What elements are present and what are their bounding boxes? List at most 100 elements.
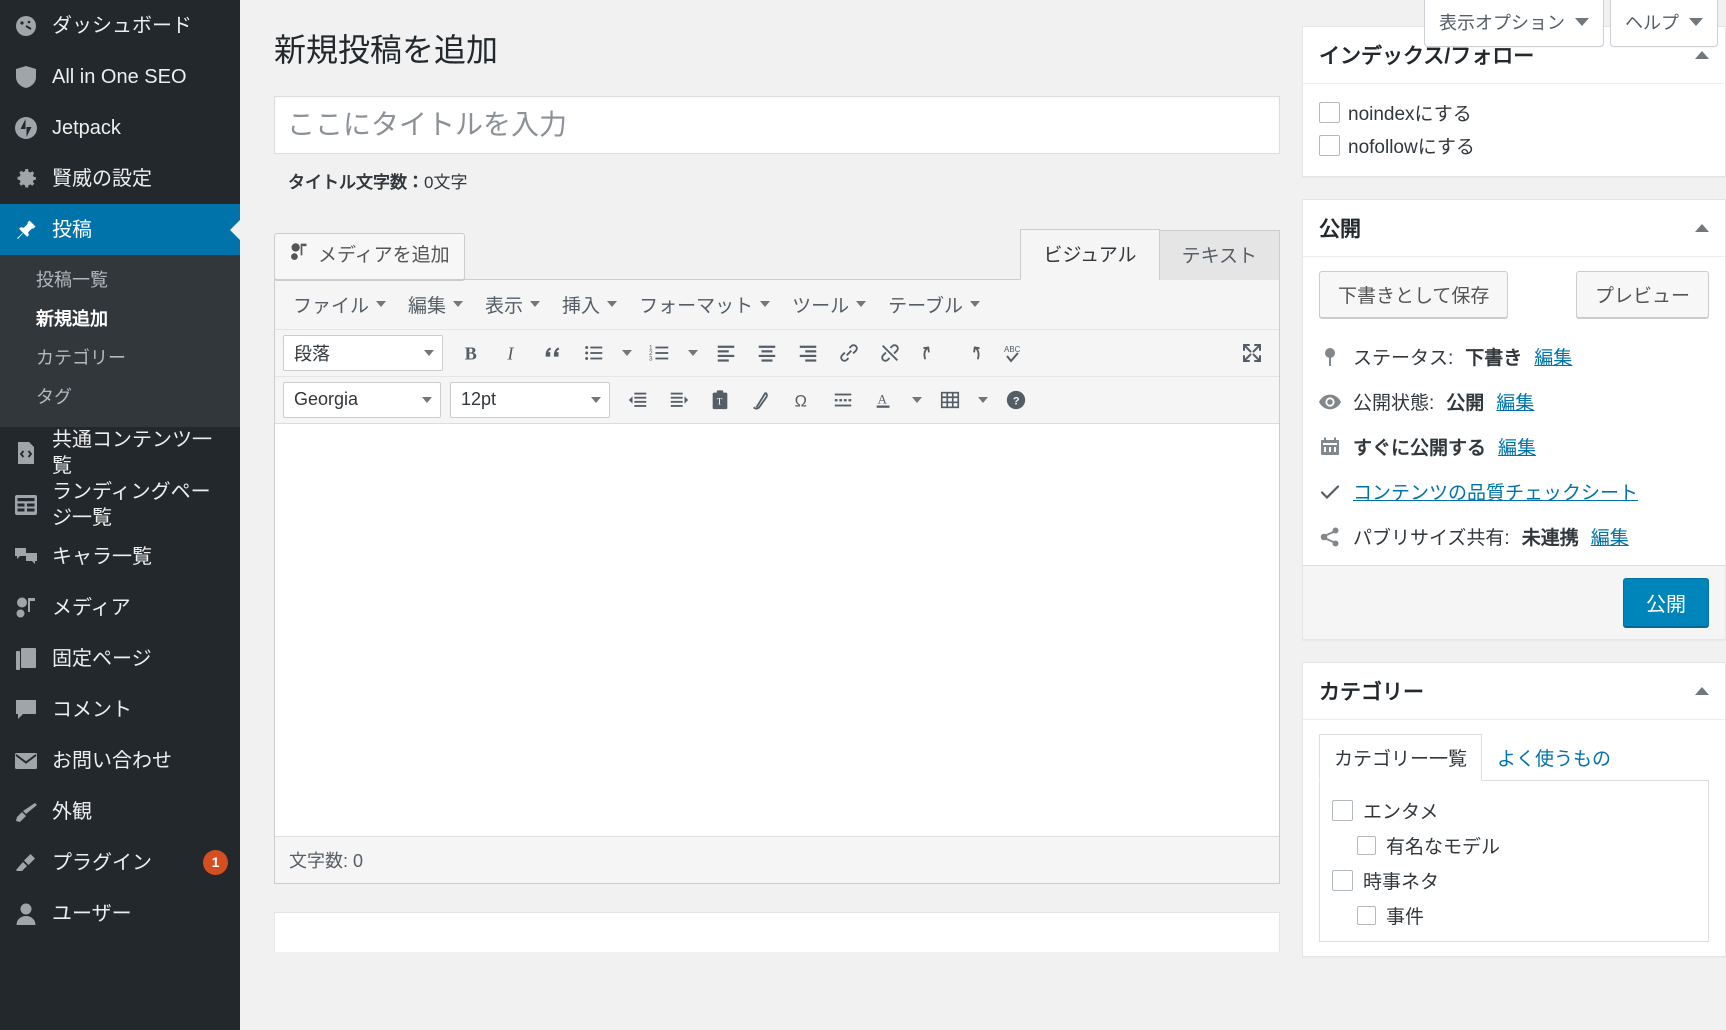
tab-text[interactable]: テキスト [1158, 229, 1280, 280]
read-more-icon[interactable] [824, 382, 862, 418]
tab-frequent-categories[interactable]: よく使うもの [1482, 734, 1626, 781]
submenu-item-add-new[interactable]: 新規追加 [0, 300, 240, 339]
post-title-input[interactable] [274, 95, 1280, 154]
font-family-select[interactable]: Georgia [283, 381, 441, 418]
menu-insert[interactable]: 挿入 [552, 286, 627, 323]
bullet-list-icon[interactable] [575, 335, 613, 371]
checkbox-icon[interactable] [1357, 836, 1376, 855]
add-media-button[interactable]: メディアを追加 [274, 233, 465, 280]
checkbox-icon[interactable] [1357, 906, 1376, 925]
paste-text-icon[interactable]: T [701, 382, 739, 418]
chevron-up-icon[interactable] [1695, 224, 1709, 232]
noindex-option[interactable]: noindexにする [1319, 96, 1709, 129]
main-content: 表示オプション ヘルプ 新規投稿を追加 タイトル文字数：0文字 [240, 0, 1726, 1030]
menu-tools[interactable]: ツール [782, 286, 876, 323]
category-item-famous-model[interactable]: 有名なモデル [1332, 828, 1696, 863]
chevron-up-icon[interactable] [1695, 51, 1709, 59]
sidebar-item-comments[interactable]: コメント [0, 684, 240, 735]
publish-button[interactable]: 公開 [1623, 578, 1709, 627]
category-item-current-topics[interactable]: 時事ネタ [1332, 863, 1696, 898]
sidebar-item-characters[interactable]: キャラ一覧 [0, 531, 240, 582]
format-select[interactable]: 段落 [283, 334, 443, 371]
sidebar-item-users[interactable]: ユーザー [0, 888, 240, 939]
sidebar-item-jetpack[interactable]: Jetpack [0, 102, 240, 153]
checkbox-icon[interactable] [1319, 102, 1340, 123]
publish-header[interactable]: 公開 [1303, 200, 1725, 257]
spellcheck-icon[interactable]: ABC [994, 335, 1032, 371]
italic-icon[interactable]: I [493, 335, 531, 371]
menu-view[interactable]: 表示 [475, 286, 550, 323]
table-caret[interactable] [972, 382, 994, 418]
tab-visual[interactable]: ビジュアル [1020, 228, 1160, 280]
editor-content-area[interactable] [275, 423, 1279, 836]
redo-icon[interactable] [953, 335, 991, 371]
menu-file[interactable]: ファイル [283, 286, 396, 323]
menu-format[interactable]: フォーマット [629, 286, 780, 323]
undo-icon[interactable] [912, 335, 950, 371]
edit-schedule-link[interactable]: 編集 [1498, 433, 1536, 460]
categories-list[interactable]: エンタメ 有名なモデル 時事ネタ 事件 [1319, 781, 1709, 942]
text-color-icon[interactable]: A [865, 382, 903, 418]
chevron-down-icon [530, 301, 541, 308]
menu-table[interactable]: テーブル [878, 286, 990, 323]
plug-icon [12, 849, 40, 877]
increase-indent-icon[interactable] [660, 382, 698, 418]
edit-status-link[interactable]: 編集 [1534, 343, 1572, 370]
sidebar-item-landing-pages[interactable]: ランディングページ一覧 [0, 479, 240, 531]
submenu-item-tags[interactable]: タグ [0, 378, 240, 417]
chevron-down-icon [969, 301, 980, 308]
preview-button[interactable]: プレビュー [1575, 271, 1709, 318]
categories-header[interactable]: カテゴリー [1303, 663, 1725, 720]
bullet-list-caret[interactable] [616, 335, 638, 371]
sidebar-item-contact[interactable]: お問い合わせ [0, 735, 240, 786]
sidebar-item-common-content[interactable]: 共通コンテンツ一覧 [0, 427, 240, 479]
numbered-list-icon[interactable]: 123 [641, 335, 679, 371]
link-icon[interactable] [830, 335, 868, 371]
chevron-up-icon[interactable] [1695, 687, 1709, 695]
category-item-incident[interactable]: 事件 [1332, 898, 1696, 933]
submenu-item-categories[interactable]: カテゴリー [0, 339, 240, 378]
categories-panel: カテゴリー カテゴリー一覧 よく使うもの エンタメ 有名なモデル 時事ネタ 事件 [1302, 662, 1726, 957]
menu-edit[interactable]: 編集 [398, 286, 473, 323]
submenu-item-all-posts[interactable]: 投稿一覧 [0, 261, 240, 300]
nofollow-option[interactable]: nofollowにする [1319, 129, 1709, 162]
blockquote-icon[interactable] [534, 335, 572, 371]
display-options-button[interactable]: 表示オプション [1424, 0, 1604, 47]
checkbox-icon[interactable] [1332, 870, 1353, 891]
menu-tools-label: ツール [792, 295, 850, 317]
font-size-select[interactable]: 12pt [450, 381, 610, 418]
align-left-icon[interactable] [707, 335, 745, 371]
nofollow-label: nofollowにする [1348, 137, 1475, 158]
sidebar-item-appearance[interactable]: 外観 [0, 786, 240, 837]
fullscreen-icon[interactable] [1233, 335, 1271, 371]
bold-icon[interactable]: B [452, 335, 490, 371]
decrease-indent-icon[interactable] [619, 382, 657, 418]
sidebar-item-posts[interactable]: 投稿 [0, 204, 240, 255]
category-item-entertainment[interactable]: エンタメ [1332, 793, 1696, 828]
help-button[interactable]: ヘルプ [1610, 0, 1718, 47]
checkbox-icon[interactable] [1319, 135, 1340, 156]
help-icon[interactable]: ? [997, 382, 1035, 418]
unlink-icon[interactable] [871, 335, 909, 371]
align-right-icon[interactable] [789, 335, 827, 371]
clear-formatting-icon[interactable] [742, 382, 780, 418]
quality-checksheet-link[interactable]: コンテンツの品質チェックシート [1353, 478, 1638, 505]
sidebar-item-label: 賢威の設定 [52, 167, 152, 190]
sidebar-item-media[interactable]: メディア [0, 582, 240, 633]
checkbox-icon[interactable] [1332, 800, 1353, 821]
edit-publicize-link[interactable]: 編集 [1591, 523, 1629, 550]
sidebar-item-dashboard[interactable]: ダッシュボード [0, 0, 240, 51]
align-center-icon[interactable] [748, 335, 786, 371]
text-color-caret[interactable] [906, 382, 928, 418]
sidebar-item-kenwa-settings[interactable]: 賢威の設定 [0, 153, 240, 204]
edit-visibility-link[interactable]: 編集 [1496, 388, 1534, 415]
numbered-list-caret[interactable] [682, 335, 704, 371]
special-character-icon[interactable]: Ω [783, 382, 821, 418]
sidebar-item-plugins[interactable]: プラグイン 1 [0, 837, 240, 888]
tab-all-categories[interactable]: カテゴリー一覧 [1319, 734, 1483, 781]
category-label: 有名なモデル [1386, 837, 1501, 858]
save-draft-button[interactable]: 下書きとして保存 [1319, 271, 1509, 318]
sidebar-item-all-in-one-seo[interactable]: All in One SEO [0, 51, 240, 102]
table-icon[interactable] [931, 382, 969, 418]
sidebar-item-pages[interactable]: 固定ページ [0, 633, 240, 684]
